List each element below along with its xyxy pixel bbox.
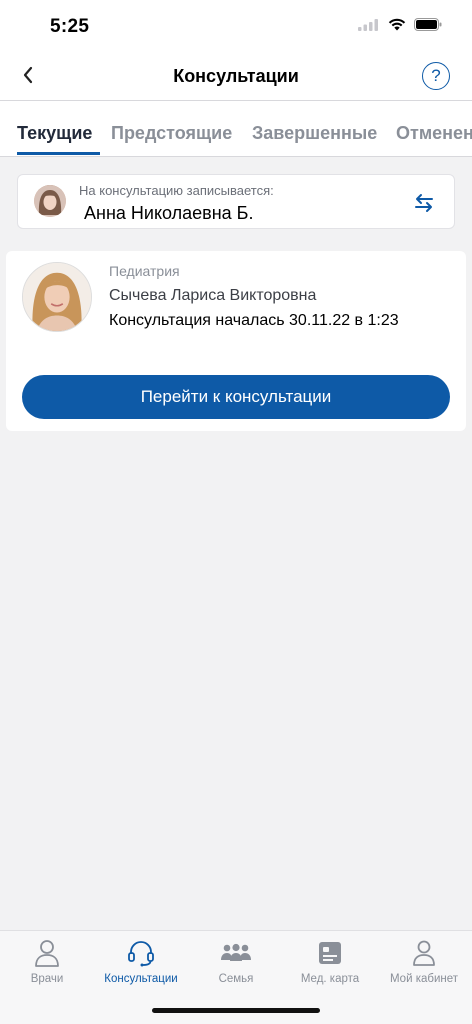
doctor-specialty: Педиатрия xyxy=(109,263,180,279)
consultation-card: Педиатрия Сычева Лариса Викторовна Консу… xyxy=(6,251,466,431)
bottom-tab-label: Врачи xyxy=(30,973,64,985)
tab-upcoming[interactable]: Предстоящие xyxy=(111,123,232,144)
status-bar: 5:25 xyxy=(0,0,472,54)
signal-icon xyxy=(358,18,380,36)
bottom-tab-doctors[interactable]: Врачи xyxy=(0,939,94,985)
doctor-avatar xyxy=(22,262,92,332)
patient-avatar xyxy=(34,185,66,217)
home-indicator xyxy=(152,1008,320,1013)
medcard-icon xyxy=(318,941,342,968)
bottom-tab-label: Семья xyxy=(218,973,254,985)
swap-arrows-icon xyxy=(412,194,436,219)
family-icon xyxy=(221,943,251,966)
consultation-tabs: Текущие Предстоящие Завершенные Отменен xyxy=(0,101,472,157)
go-to-consultation-button[interactable]: Перейти к консультации xyxy=(22,375,450,419)
tab-current[interactable]: Текущие xyxy=(17,123,92,144)
tab-completed[interactable]: Завершенные xyxy=(252,123,377,144)
doctor-icon xyxy=(34,939,60,970)
bottom-tab-label: Консультации xyxy=(104,973,178,985)
status-time: 5:25 xyxy=(50,16,90,37)
bottom-tab-family[interactable]: Семья xyxy=(189,939,283,985)
tabs-divider xyxy=(0,156,472,157)
patient-selector[interactable]: На консультацию записывается: Анна Никол… xyxy=(17,174,455,229)
headset-icon xyxy=(127,939,155,970)
nav-bar: Консультации ? xyxy=(0,54,472,100)
status-icons xyxy=(358,18,442,36)
bottom-tab-label: Мой кабинет xyxy=(389,973,459,985)
profile-icon xyxy=(412,939,436,970)
battery-icon xyxy=(414,18,442,36)
bottom-tab-profile[interactable]: Мой кабинет xyxy=(377,939,471,985)
active-tab-indicator xyxy=(17,152,100,155)
consultation-status: Консультация началась 30.11.22 в 1:23 xyxy=(109,312,399,329)
wifi-icon xyxy=(388,18,406,36)
bottom-tab-medcard[interactable]: Мед. карта xyxy=(283,939,377,985)
switch-patient-button[interactable] xyxy=(412,191,436,215)
patient-name: Анна Николаевна Б. xyxy=(84,203,254,223)
doctor-name: Сычева Лариса Викторовна xyxy=(109,287,317,304)
bottom-tab-label: Мед. карта xyxy=(300,973,360,985)
bottom-tab-consultations[interactable]: Консультации xyxy=(94,939,188,985)
help-button[interactable]: ? xyxy=(422,62,450,90)
page-title: Консультации xyxy=(173,66,299,86)
tab-cancelled[interactable]: Отменен xyxy=(396,123,472,144)
patient-caption: На консультацию записывается: xyxy=(79,183,274,198)
